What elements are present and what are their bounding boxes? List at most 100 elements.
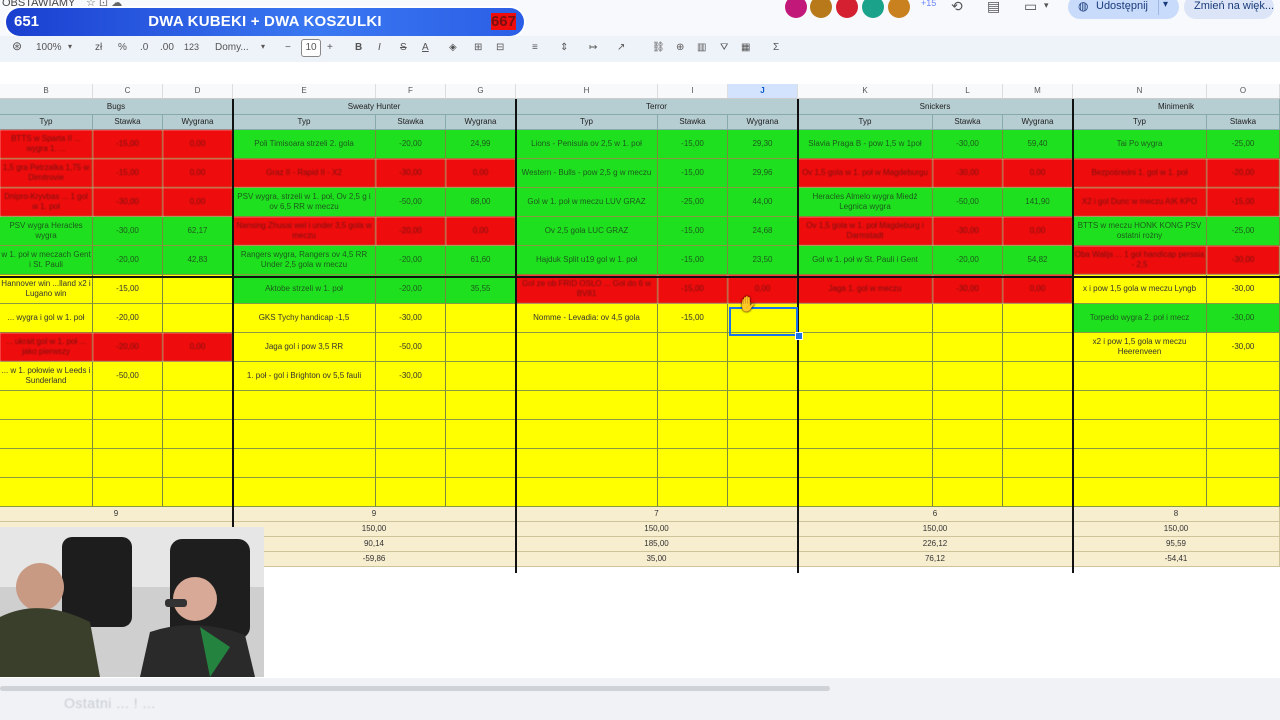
fill-color-icon[interactable]: ◈ (449, 42, 457, 53)
empty-grid-area[interactable] (264, 574, 1280, 678)
table-cell[interactable]: -50,00 (376, 333, 446, 362)
table-cell[interactable]: Nansing Zhusai wel i under 3,5 gola w me… (233, 217, 376, 246)
table-cell[interactable] (446, 362, 516, 391)
table-cell[interactable] (1003, 333, 1073, 362)
table-cell[interactable]: -20,00 (376, 217, 446, 246)
table-cell[interactable]: Gol ze ob FRID OSLO ... Gol do 6 w BV81 (516, 275, 658, 304)
bold-button[interactable]: B (355, 42, 362, 53)
extension-icon[interactable] (785, 0, 807, 18)
table-cell[interactable] (0, 478, 93, 507)
table-cell[interactable] (1207, 420, 1280, 449)
merge-cells-icon[interactable]: ⊟ (496, 42, 504, 53)
table-cell[interactable]: Aktobe strzeli w 1. poł (233, 275, 376, 304)
table-cell[interactable]: Gol w 1. poł w meczu LUV GRAZ (516, 188, 658, 217)
table-cell[interactable] (516, 449, 658, 478)
change-size-button[interactable]: Zmień na więk... (1184, 0, 1274, 19)
table-cell[interactable] (933, 304, 1003, 333)
table-cell[interactable]: ... wygra i gol w 1. poł (0, 304, 93, 333)
summary-cell[interactable]: 185,00 (516, 537, 798, 552)
table-cell[interactable] (658, 333, 728, 362)
table-cell[interactable]: -30,00 (1207, 246, 1280, 275)
column-header[interactable]: N (1073, 84, 1207, 98)
font-select[interactable]: Domy... (215, 42, 249, 53)
table-cell[interactable]: x2 i pow 1,5 gola w meczu Heerenveen (1073, 333, 1207, 362)
table-cell[interactable]: 35,55 (446, 275, 516, 304)
table-cell[interactable]: Poli Timisoara strzeli 2. gola (233, 130, 376, 159)
column-header[interactable]: D (163, 84, 233, 98)
column-subheader[interactable]: Typ (1073, 115, 1207, 130)
table-cell[interactable] (798, 362, 933, 391)
table-cell[interactable] (933, 449, 1003, 478)
summary-cell[interactable]: 150,00 (1073, 522, 1280, 537)
table-cell[interactable] (1003, 420, 1073, 449)
column-header[interactable]: K (798, 84, 933, 98)
table-cell[interactable]: 44,00 (728, 188, 798, 217)
align-vertical-icon[interactable]: ⇕ (560, 42, 568, 53)
table-cell[interactable]: -25,00 (658, 188, 728, 217)
horizontal-scrollbar[interactable] (0, 686, 830, 691)
table-cell[interactable]: -15,00 (658, 130, 728, 159)
table-cell[interactable]: Oba Walijs ... 1 gol handicap perssia - … (1073, 246, 1207, 275)
table-cell[interactable] (163, 478, 233, 507)
table-cell[interactable]: -25,00 (1207, 217, 1280, 246)
table-cell[interactable]: 0,00 (163, 333, 233, 362)
table-cell[interactable]: -30,00 (933, 217, 1003, 246)
table-cell[interactable] (728, 333, 798, 362)
column-header[interactable]: O (1207, 84, 1280, 98)
table-cell[interactable]: Slavia Praga B - pow 1,5 w 1poł (798, 130, 933, 159)
table-cell[interactable]: -15,00 (658, 275, 728, 304)
player-header[interactable]: Sweaty Hunter (233, 99, 516, 115)
table-cell[interactable] (516, 333, 658, 362)
table-cell[interactable]: 0,00 (1003, 275, 1073, 304)
table-cell[interactable]: -30,00 (93, 217, 163, 246)
text-rotation-icon[interactable]: ↗ (617, 42, 625, 53)
summary-cell[interactable]: 7 (516, 507, 798, 522)
table-cell[interactable]: x i pow 1,5 gola w meczu Lyngb (1073, 275, 1207, 304)
summary-cell[interactable]: 76,12 (798, 552, 1073, 567)
summary-cell[interactable]: 150,00 (233, 522, 516, 537)
table-cell[interactable]: Rangers wygra, Rangers ov 4,5 RR Under 2… (233, 246, 376, 275)
table-cell[interactable]: -20,00 (933, 246, 1003, 275)
table-cell[interactable]: 54,82 (1003, 246, 1073, 275)
number-format-button[interactable]: 123 (184, 42, 199, 52)
extension-icon[interactable] (810, 0, 832, 18)
paint-format-icon[interactable]: ⊛ (12, 39, 22, 53)
table-cell[interactable]: 0,00 (1003, 217, 1073, 246)
table-cell[interactable]: -20,00 (93, 304, 163, 333)
table-cell[interactable] (728, 478, 798, 507)
table-cell[interactable] (446, 478, 516, 507)
table-cell[interactable] (233, 478, 376, 507)
text-color-button[interactable]: A (422, 42, 429, 53)
table-cell[interactable]: -15,00 (93, 130, 163, 159)
table-cell[interactable] (798, 449, 933, 478)
table-cell[interactable] (1003, 449, 1073, 478)
increase-decimal-button[interactable]: .00 (160, 42, 174, 53)
table-cell[interactable]: 23,50 (728, 246, 798, 275)
table-cell[interactable]: -30,00 (933, 159, 1003, 188)
table-cell[interactable]: Ov 1,5 gola w 1. poł w Magdeburgu (798, 159, 933, 188)
table-cell[interactable]: -15,00 (1207, 188, 1280, 217)
table-cell[interactable] (446, 304, 516, 333)
summary-cell[interactable]: 150,00 (798, 522, 1073, 537)
comment-icon[interactable]: ▤ (987, 0, 1000, 15)
table-cell[interactable]: -50,00 (376, 188, 446, 217)
font-size-input[interactable]: 10 (301, 39, 321, 57)
table-cell[interactable]: 59,40 (1003, 130, 1073, 159)
column-subheader[interactable]: Wygrana (163, 115, 233, 130)
table-cell[interactable]: -15,00 (658, 159, 728, 188)
column-header[interactable]: J (728, 84, 798, 98)
table-cell[interactable]: 0,00 (1003, 159, 1073, 188)
extension-icon[interactable] (888, 0, 910, 18)
table-cell[interactable]: -50,00 (93, 362, 163, 391)
column-subheader[interactable]: Stawka (1207, 115, 1280, 130)
table-cell[interactable]: Jaga 1. gol w meczu (798, 275, 933, 304)
table-cell[interactable]: -50,00 (933, 188, 1003, 217)
table-cell[interactable] (0, 449, 93, 478)
table-cell[interactable] (446, 449, 516, 478)
table-cell[interactable]: -15,00 (93, 159, 163, 188)
table-cell[interactable] (376, 391, 446, 420)
table-cell[interactable] (93, 420, 163, 449)
add-comment-icon[interactable]: ⊕ (676, 42, 684, 53)
table-cell[interactable]: Tai Po wygra (1073, 130, 1207, 159)
table-cell[interactable]: -25,00 (1207, 130, 1280, 159)
